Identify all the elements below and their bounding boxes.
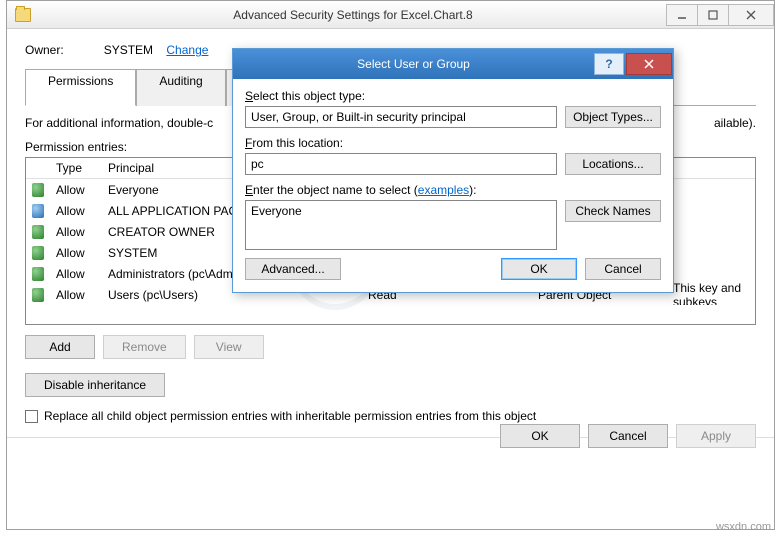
tab-auditing[interactable]: Auditing — [136, 69, 225, 106]
view-button: View — [194, 335, 264, 359]
minimize-button[interactable] — [666, 4, 698, 26]
main-ok-button[interactable]: OK — [500, 424, 580, 448]
object-type-field — [245, 106, 557, 128]
window-title: Advanced Security Settings for Excel.Cha… — [39, 8, 667, 22]
entry-applies — [667, 229, 755, 235]
disable-inheritance-button[interactable]: Disable inheritance — [25, 373, 165, 397]
location-label: From this location: — [245, 136, 661, 150]
entry-applies — [667, 208, 755, 214]
column-applies[interactable] — [667, 158, 755, 178]
maximize-button[interactable] — [697, 4, 729, 26]
owner-label: Owner: — [25, 43, 64, 57]
replace-child-label: Replace all child object permission entr… — [44, 409, 536, 423]
principal-icon — [32, 267, 44, 281]
change-owner-link[interactable]: Change — [166, 43, 208, 57]
principal-icon — [32, 204, 44, 218]
folder-icon — [15, 8, 31, 22]
entry-applies — [667, 271, 755, 277]
main-cancel-button[interactable]: Cancel — [588, 424, 668, 448]
info-left: For additional information, double-c — [25, 116, 213, 130]
select-user-dialog: Select User or Group ? Select this objec… — [232, 48, 674, 293]
column-type[interactable]: Type — [50, 158, 102, 178]
dialog-ok-button[interactable]: OK — [501, 258, 577, 280]
tab-permissions[interactable]: Permissions — [25, 69, 136, 106]
entry-applies: This key and subkeys — [667, 278, 755, 306]
object-name-input[interactable] — [245, 200, 557, 250]
close-button[interactable] — [728, 4, 774, 26]
entry-type: Allow — [50, 222, 102, 242]
locations-button[interactable]: Locations... — [565, 153, 661, 175]
entry-type: Allow — [50, 243, 102, 263]
entry-type: Allow — [50, 201, 102, 221]
main-apply-button: Apply — [676, 424, 756, 448]
info-right: ailable). — [714, 116, 756, 130]
dialog-close-button[interactable] — [626, 53, 672, 75]
object-name-label: Enter the object name to select (example… — [245, 183, 661, 197]
entry-applies — [667, 250, 755, 256]
dialog-cancel-button[interactable]: Cancel — [585, 258, 661, 280]
entry-type: Allow — [50, 285, 102, 305]
add-button[interactable]: Add — [25, 335, 95, 359]
remove-button: Remove — [103, 335, 186, 359]
object-type-label: Select this object type: — [245, 89, 661, 103]
entry-applies — [667, 187, 755, 193]
examples-link[interactable]: examples — [418, 183, 469, 197]
entry-type: Allow — [50, 180, 102, 200]
source-watermark: wsxdn.com — [716, 521, 771, 533]
principal-icon — [32, 246, 44, 260]
replace-child-checkbox[interactable] — [25, 410, 38, 423]
principal-icon — [32, 225, 44, 239]
dialog-help-button[interactable]: ? — [594, 53, 624, 75]
advanced-button[interactable]: Advanced... — [245, 258, 341, 280]
window-controls — [667, 4, 774, 26]
owner-value: SYSTEM — [104, 43, 153, 57]
dialog-titlebar: Select User or Group ? — [233, 49, 673, 79]
principal-icon — [32, 183, 44, 197]
check-names-button[interactable]: Check Names — [565, 200, 661, 222]
entry-type: Allow — [50, 264, 102, 284]
location-field — [245, 153, 557, 175]
principal-icon — [32, 288, 44, 302]
main-titlebar: Advanced Security Settings for Excel.Cha… — [7, 1, 774, 29]
dialog-title: Select User or Group — [233, 57, 594, 71]
object-types-button[interactable]: Object Types... — [565, 106, 661, 128]
